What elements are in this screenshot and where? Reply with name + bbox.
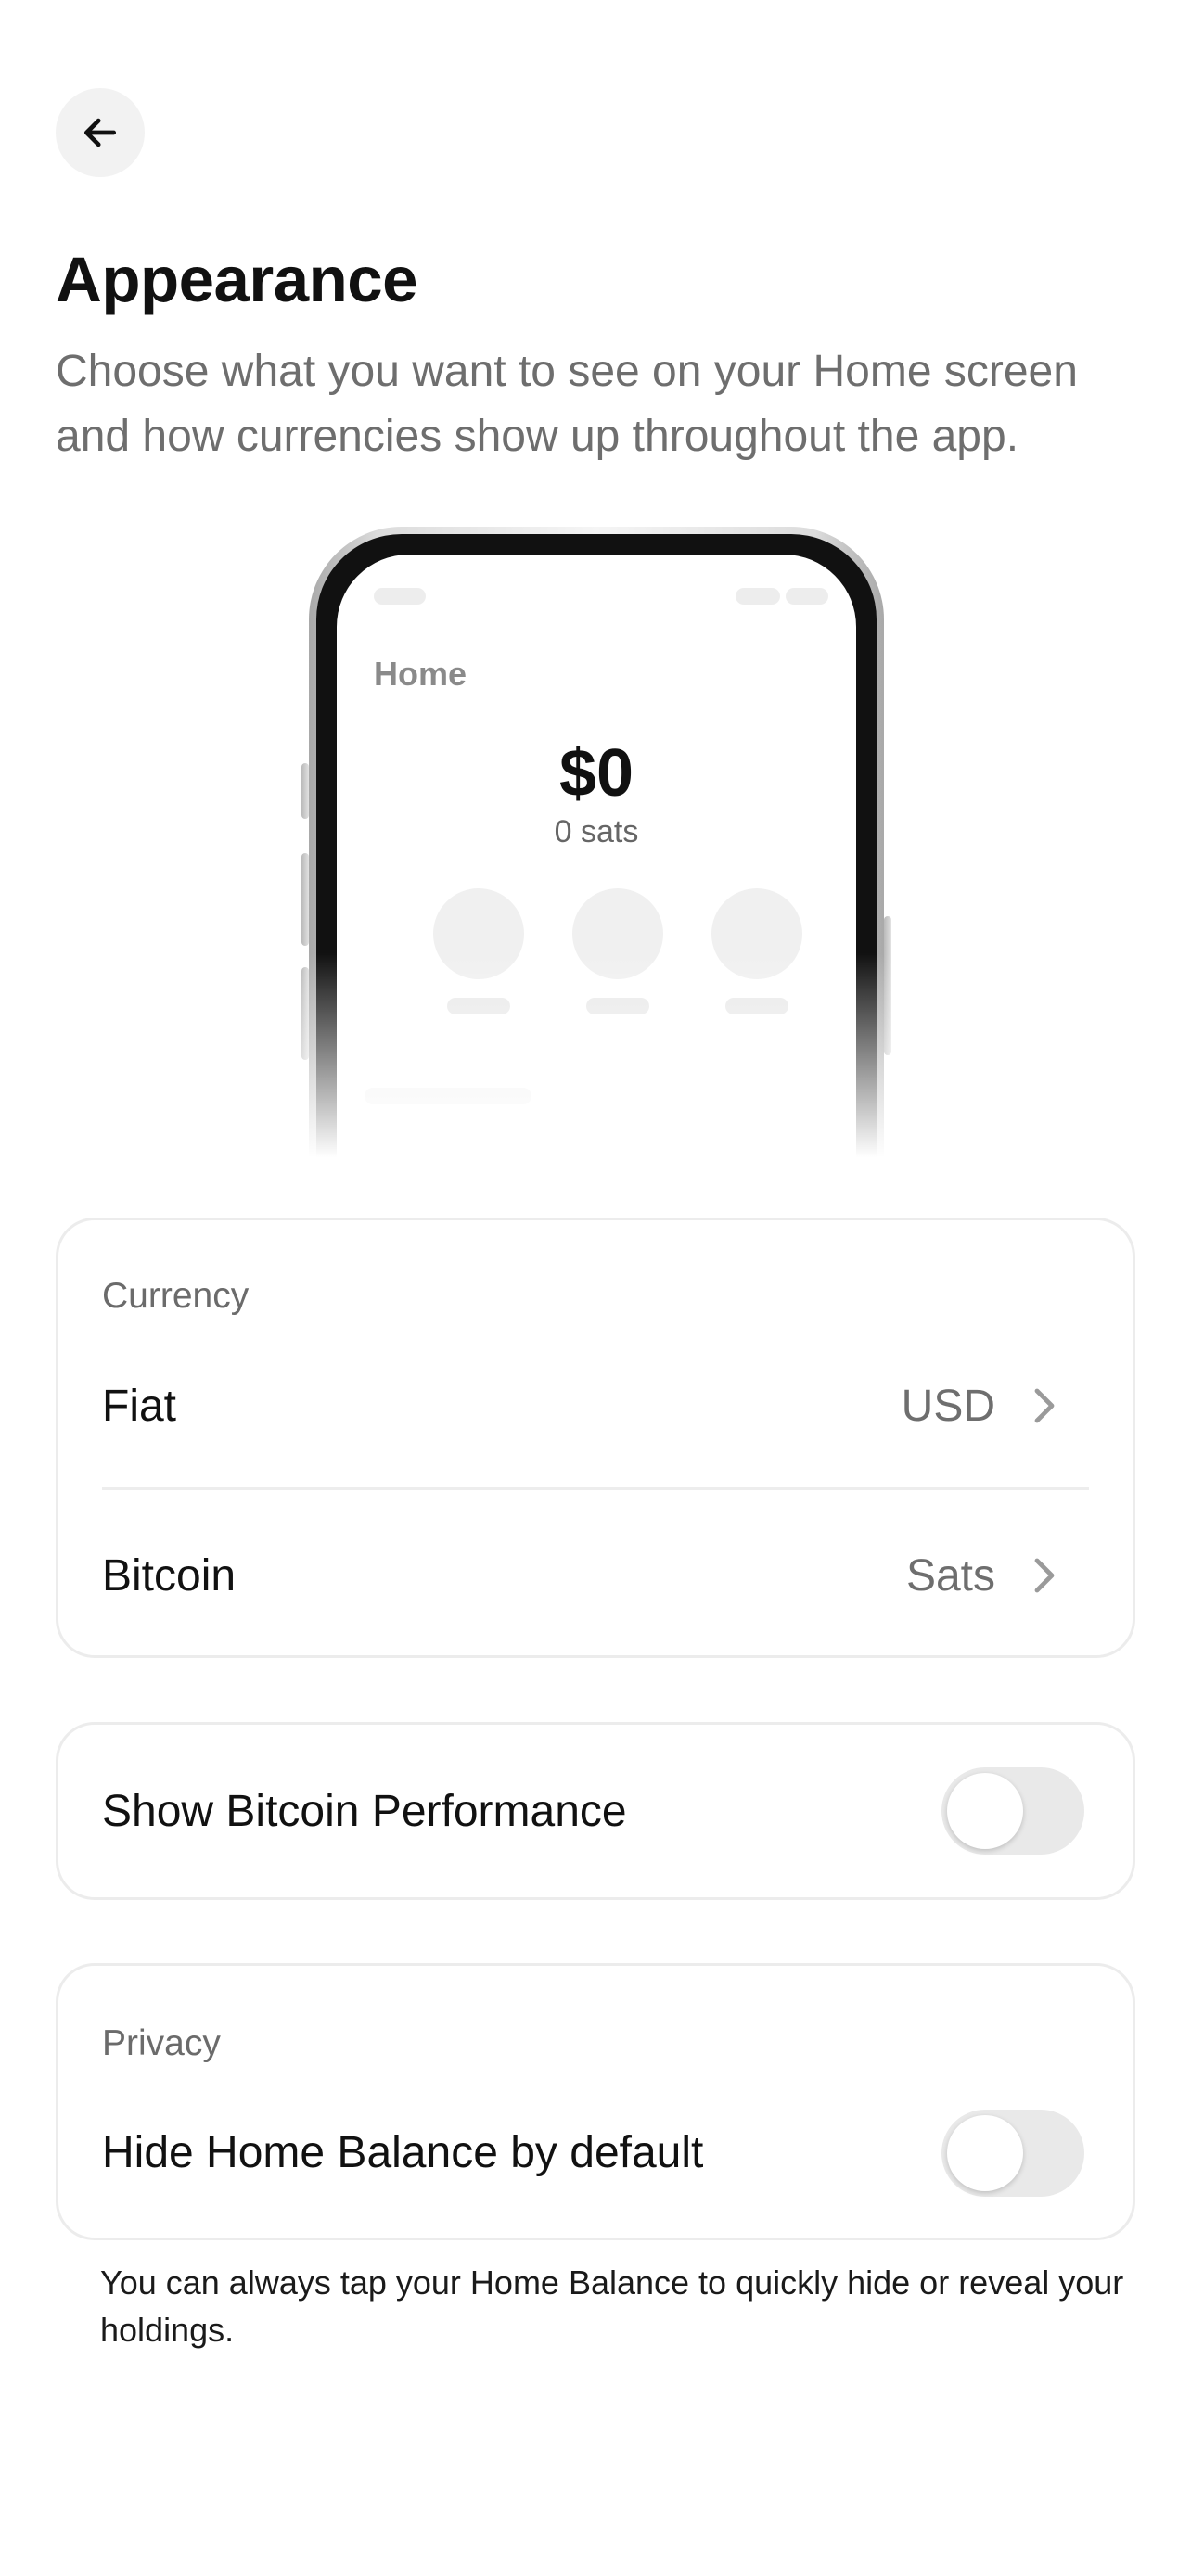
fiat-value: USD <box>901 1382 995 1431</box>
chevron-right-icon <box>1026 1384 1063 1427</box>
preview-balance-amount: $0 <box>558 736 634 810</box>
performance-card: Show Bitcoin Performance <box>56 1722 1135 1900</box>
toggle-knob <box>947 1773 1023 1849</box>
chevron-right-icon <box>1026 1554 1063 1597</box>
home-preview-illustration: Home $0 0 sats <box>301 527 891 1157</box>
status-bar-battery <box>786 588 828 605</box>
preview-balance-sats: 0 sats <box>554 814 639 849</box>
phone-fade-overlay <box>301 953 891 1157</box>
preview-home-title: Home <box>374 655 467 693</box>
privacy-section-label: Privacy <box>102 2023 221 2063</box>
page-subtitle: Choose what you want to see on your Home… <box>56 347 1078 461</box>
currency-card: Currency Fiat USD Bitcoin Sats <box>56 1218 1135 1658</box>
currency-section-label: Currency <box>102 1276 250 1316</box>
arrow-left-icon <box>83 118 117 147</box>
status-bar-signal <box>736 588 780 605</box>
phone-side-button <box>301 763 309 819</box>
status-bar-time <box>374 588 426 605</box>
row-divider <box>102 1487 1089 1490</box>
bitcoin-value: Sats <box>905 1551 995 1600</box>
bitcoin-label: Bitcoin <box>102 1551 237 1600</box>
toggle-knob <box>947 2115 1023 2191</box>
show-performance-toggle[interactable] <box>941 1767 1084 1855</box>
back-button[interactable] <box>56 88 145 177</box>
bitcoin-row[interactable]: Bitcoin Sats <box>58 1491 1133 1639</box>
fiat-label: Fiat <box>102 1382 177 1431</box>
phone-side-button <box>301 853 309 946</box>
hide-balance-toggle[interactable] <box>941 2110 1084 2197</box>
page-title: Appearance <box>56 244 418 315</box>
fiat-row[interactable]: Fiat USD <box>58 1336 1133 1475</box>
privacy-footnote: You can always tap your Home Balance to … <box>100 2264 1124 2349</box>
hide-balance-label: Hide Home Balance by default <box>102 2128 704 2177</box>
show-performance-label: Show Bitcoin Performance <box>102 1787 627 1836</box>
privacy-card: Privacy Hide Home Balance by default <box>56 1963 1135 2240</box>
